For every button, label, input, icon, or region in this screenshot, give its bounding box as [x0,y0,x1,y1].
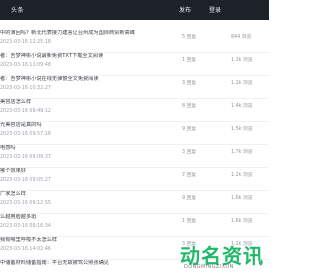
post-row[interactable]: 厂家怎么样 2023-03-16 09:12:55 9 回复 1.6k 浏览 [0,191,269,215]
post-title[interactable]: 电感吗 [0,145,16,152]
post-time: 2023-03-16 12:25:18 [0,40,51,45]
post-title[interactable]: 中储备材料储备指南：平台无故被驾公照张确见 [0,260,109,267]
post-title[interactable]: 中的演回吗？新北代表接力建言让台州成为国际商贸新高峰 [0,30,135,37]
post-row[interactable]: 哪个效果好 2023-03-16 09:05:27 7 回复 1.2k 浏览 [0,168,269,192]
post-time: 2023-03-16 09:57:16 [0,132,51,137]
post-row[interactable]: 么越用脸越多斑 2023-03-16 09:16:34 1 回复 1.6k 浏览 [0,214,269,238]
reply-count: 5 回复 [182,35,197,40]
post-row[interactable]: 者：吾梦神彬小说在线无弹窗全文免费阅读 2023-03-16 10:32:27 … [0,76,269,100]
top-navigation-bar: 头条 发布 登录 [0,0,269,20]
post-time: 2023-03-16 10:32:27 [0,86,51,91]
post-title[interactable]: 者：吾梦神彬小说在线无弹窗全文免费阅读 [0,76,99,83]
watermark-subtext: DONGMINGZIXUN [184,264,234,270]
post-row[interactable]: 者：吾梦神彬小说最新免费TXT下载全文阅读 2023-03-16 11:09:4… [0,53,269,77]
post-time: 2023-03-16 09:49:12 [0,109,51,114]
post-title[interactable]: 者：吾梦神彬小说最新免费TXT下载全文阅读 [0,53,103,60]
post-title[interactable]: 厂家怎么样 [0,191,26,198]
view-count: 1.6k 浏览 [231,219,253,224]
login-link[interactable]: 登录 [209,5,221,14]
reply-count: 3 回复 [182,81,197,86]
view-count: 1.5k 浏览 [231,127,253,132]
view-count: 1.4k 浏览 [231,104,253,109]
publish-link[interactable]: 发布 [179,5,191,14]
view-count: 844 浏览 [231,35,252,40]
post-title[interactable]: 我有哪里呼吸不太怎么样 [0,237,57,244]
site-logo[interactable]: 头条 [11,5,24,14]
reply-count: 9 回复 [182,127,197,132]
reply-count: 1 回复 [182,58,197,63]
post-time: 2023-03-16 09:12:55 [0,201,51,206]
post-time: 2023-03-16 09:16:34 [0,224,51,229]
post-time: 2023-03-16 11:09:48 [0,63,51,68]
post-time: 2023-03-16 09:05:27 [0,178,51,183]
brand-watermark: 动名资讯 DONGMINGZIXUN [178,238,269,272]
view-count: 1.2k 浏览 [231,173,253,178]
post-title[interactable]: 哪个效果好 [0,168,26,175]
reply-count: 9 回复 [182,196,197,201]
post-row[interactable]: 美容店怎么样 2023-03-16 09:49:12 8 回复 1.4k 浏览 [0,99,269,123]
post-row[interactable]: 光美容店是真的吗 2023-03-16 09:57:16 9 回复 1.5k 浏… [0,122,269,146]
post-time: 2023-03-16 14:02:46 [0,247,51,252]
reply-count: 8 回复 [182,104,197,109]
view-count: 1.2k 浏览 [231,81,253,86]
post-title[interactable]: 光美容店是真的吗 [0,122,42,129]
reply-count: 1 回复 [182,219,197,224]
reply-count: 7 回复 [182,173,197,178]
post-row[interactable]: 中的演回吗？新北代表接力建言让台州成为国际商贸新高峰 2023-03-16 12… [0,30,269,54]
post-row[interactable]: 电感吗 2023-03-16 09:09:37 3 回复 1.7k 浏览 [0,145,269,169]
view-count: 1.7k 浏览 [231,150,253,155]
post-time: 2023-03-16 09:09:37 [0,155,51,160]
view-count: 1.6k 浏览 [231,196,253,201]
reply-count: 3 回复 [182,150,197,155]
view-count: 1.3k 浏览 [231,58,253,63]
post-title[interactable]: 么越用脸越多斑 [0,214,36,221]
post-title[interactable]: 美容店怎么样 [0,99,31,106]
